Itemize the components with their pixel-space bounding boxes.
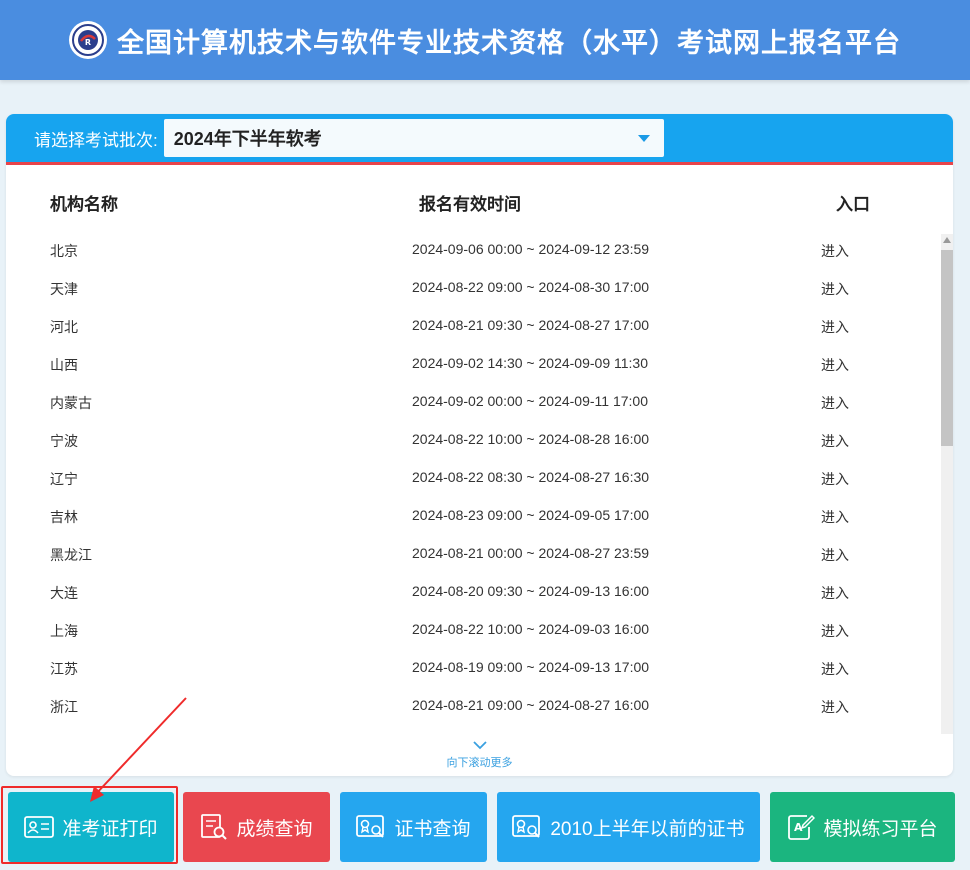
- entry-link[interactable]: 进入: [821, 583, 849, 603]
- batch-selected-value: 2024年下半年软考: [173, 129, 322, 149]
- entry-link[interactable]: 进入: [821, 507, 849, 527]
- header-entry: 入口: [836, 195, 870, 214]
- header-org-name: 机构名称: [50, 195, 118, 214]
- scroll-thumb[interactable]: [941, 250, 953, 446]
- entry-link[interactable]: 进入: [821, 355, 849, 375]
- registration-panel: 请选择考试批次: 2024年下半年软考 机构名称 报名有效时间 入口 北京 202…: [6, 114, 953, 776]
- entry-link[interactable]: 进入: [821, 279, 849, 299]
- batch-select[interactable]: 2024年下半年软考: [163, 119, 664, 157]
- org-name-cell: 辽宁: [50, 471, 78, 487]
- svg-text:R: R: [85, 38, 91, 47]
- table-header: 机构名称 报名有效时间 入口: [6, 190, 936, 214]
- chevron-down-icon: [637, 134, 650, 142]
- valid-time-cell: 2024-08-22 10:00 ~ 2024-08-28 16:00: [412, 431, 650, 447]
- table-row: 黑龙江 2024-08-21 00:00 ~ 2024-08-27 23:59 进入: [6, 536, 936, 574]
- table-row: 吉林 2024-08-23 09:00 ~ 2024-09-05 17:00 进入: [6, 498, 936, 536]
- entry-link[interactable]: 进入: [821, 659, 849, 679]
- scroll-up-icon[interactable]: [943, 237, 951, 243]
- edit-practice-icon: A: [788, 814, 816, 840]
- valid-time-cell: 2024-08-19 09:00 ~ 2024-09-13 17:00: [412, 659, 650, 675]
- valid-time-cell: 2024-08-21 09:00 ~ 2024-08-27 16:00: [412, 697, 650, 713]
- table-row: 北京 2024-09-06 00:00 ~ 2024-09-12 23:59 进入: [6, 232, 936, 270]
- table-row: 河北 2024-08-21 09:30 ~ 2024-08-27 17:00 进入: [6, 308, 936, 346]
- org-name-cell: 内蒙古: [50, 395, 92, 411]
- certificate-icon: [356, 815, 385, 838]
- table-row: 宁波 2024-08-22 10:00 ~ 2024-08-28 16:00 进入: [6, 422, 936, 460]
- scroll-more-hint[interactable]: 向下滚动更多: [6, 740, 953, 770]
- header-bar: R 全国计算机技术与软件专业技术资格（水平）考试网上报名平台: [0, 0, 970, 80]
- valid-time-cell: 2024-09-02 14:30 ~ 2024-09-09 11:30: [412, 355, 648, 371]
- practice-platform-label: 模拟练习平台: [823, 818, 938, 840]
- entry-link[interactable]: 进入: [821, 545, 849, 565]
- score-query-label: 成绩查询: [236, 818, 313, 840]
- page-title: 全国计算机技术与软件专业技术资格（水平）考试网上报名平台: [117, 27, 901, 58]
- admit-ticket-button[interactable]: 准考证打印: [8, 792, 174, 862]
- certificate-query-label: 证书查询: [394, 818, 471, 840]
- table-row: 山西 2024-09-02 14:30 ~ 2024-09-09 11:30 进入: [6, 346, 936, 384]
- org-name-cell: 北京: [50, 243, 78, 259]
- valid-time-cell: 2024-08-22 09:00 ~ 2024-08-30 17:00: [412, 279, 650, 295]
- org-name-cell: 浙江: [50, 699, 78, 715]
- table-row: 大连 2024-08-20 09:30 ~ 2024-09-13 16:00 进入: [6, 574, 936, 612]
- logo-icon: R: [69, 21, 107, 59]
- org-name-cell: 山西: [50, 357, 78, 373]
- batch-selector-bar: 请选择考试批次: 2024年下半年软考: [6, 114, 953, 165]
- old-certificate-button[interactable]: 2010上半年以前的证书: [497, 792, 760, 862]
- org-name-cell: 河北: [50, 319, 78, 335]
- org-name-cell: 天津: [50, 281, 78, 297]
- org-name-cell: 吉林: [50, 509, 78, 525]
- chevron-down-icon: [472, 741, 487, 750]
- valid-time-cell: 2024-08-22 10:00 ~ 2024-09-03 16:00: [412, 621, 650, 637]
- entry-link[interactable]: 进入: [821, 431, 849, 451]
- score-query-button[interactable]: 成绩查询: [183, 792, 330, 862]
- score-doc-icon: [201, 814, 228, 840]
- entry-link[interactable]: 进入: [821, 317, 849, 337]
- table-row: 天津 2024-08-22 09:00 ~ 2024-08-30 17:00 进入: [6, 270, 936, 308]
- certificate-icon: [512, 815, 541, 838]
- table-row: 辽宁 2024-08-22 08:30 ~ 2024-08-27 16:30 进入: [6, 460, 936, 498]
- valid-time-cell: 2024-09-06 00:00 ~ 2024-09-12 23:59: [412, 241, 650, 257]
- table-row: 上海 2024-08-22 10:00 ~ 2024-09-03 16:00 进入: [6, 612, 936, 650]
- entry-link[interactable]: 进入: [821, 621, 849, 641]
- admit-ticket-label: 准考证打印: [62, 818, 158, 840]
- table-row: 浙江 2024-08-21 09:00 ~ 2024-08-27 16:00 进入: [6, 688, 936, 726]
- scrollbar[interactable]: [941, 234, 953, 734]
- header-valid-time: 报名有效时间: [419, 195, 521, 214]
- table-body: 北京 2024-09-06 00:00 ~ 2024-09-12 23:59 进入天…: [6, 232, 936, 726]
- valid-time-cell: 2024-08-21 09:30 ~ 2024-08-27 17:00: [412, 317, 650, 333]
- entry-link[interactable]: 进入: [821, 241, 849, 261]
- entry-link[interactable]: 进入: [821, 469, 849, 489]
- id-card-icon: [24, 816, 55, 838]
- org-name-cell: 江苏: [50, 661, 78, 677]
- table-row: 江苏 2024-08-19 09:00 ~ 2024-09-13 17:00 进入: [6, 650, 936, 688]
- entry-link[interactable]: 进入: [821, 393, 849, 413]
- old-certificate-label: 2010上半年以前的证书: [550, 818, 745, 840]
- scroll-more-label: 向下滚动更多: [446, 757, 513, 769]
- valid-time-cell: 2024-08-20 09:30 ~ 2024-09-13 16:00: [412, 583, 650, 599]
- valid-time-cell: 2024-09-02 00:00 ~ 2024-09-11 17:00: [412, 393, 648, 409]
- org-name-cell: 大连: [50, 585, 78, 601]
- batch-label: 请选择考试批次:: [34, 130, 158, 150]
- entry-link[interactable]: 进入: [821, 697, 849, 717]
- valid-time-cell: 2024-08-21 00:00 ~ 2024-08-27 23:59: [412, 545, 650, 561]
- valid-time-cell: 2024-08-23 09:00 ~ 2024-09-05 17:00: [412, 507, 650, 523]
- org-name-cell: 黑龙江: [50, 547, 92, 563]
- org-name-cell: 宁波: [50, 433, 78, 449]
- org-name-cell: 上海: [50, 623, 78, 639]
- table-row: 内蒙古 2024-09-02 00:00 ~ 2024-09-11 17:00 进入: [6, 384, 936, 422]
- valid-time-cell: 2024-08-22 08:30 ~ 2024-08-27 16:30: [412, 469, 650, 485]
- practice-platform-button[interactable]: A 模拟练习平台: [770, 792, 955, 862]
- certificate-query-button[interactable]: 证书查询: [340, 792, 487, 862]
